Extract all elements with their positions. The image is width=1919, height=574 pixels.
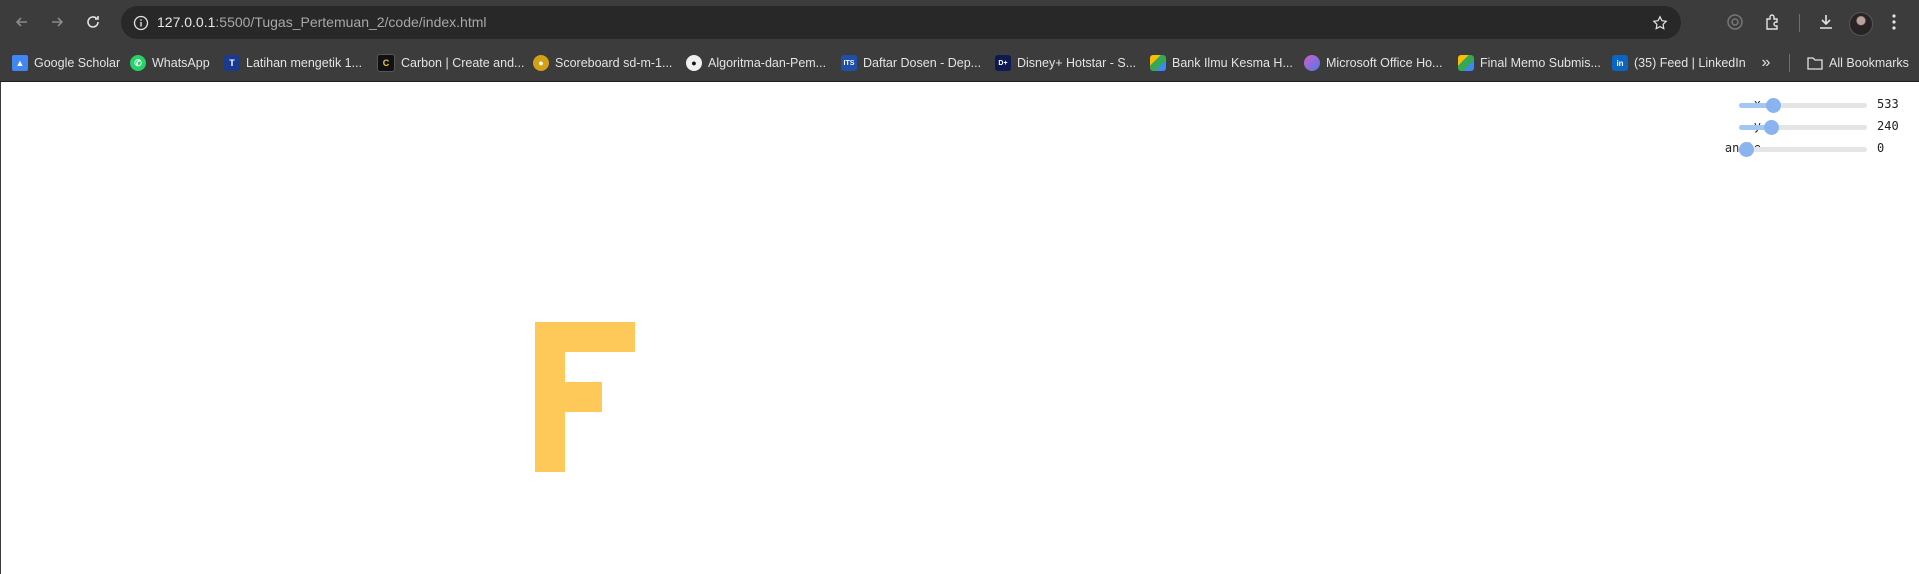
profile-avatar[interactable] <box>1849 12 1873 36</box>
bookmark-label: (35) Feed | LinkedIn <box>1634 56 1746 70</box>
y-slider[interactable] <box>1739 120 1867 135</box>
address-bar[interactable]: 127.0.0.1:5500/Tugas_Pertemuan_2/code/in… <box>121 6 1681 39</box>
drive-icon <box>1150 55 1166 71</box>
scholar-icon: ▲ <box>12 55 28 71</box>
toolbar-divider <box>1799 14 1800 32</box>
bookmark-label: Google Scholar <box>34 56 121 70</box>
its-icon: ITS <box>841 55 857 71</box>
bookmark-item[interactable]: ✆ WhatsApp <box>130 45 210 81</box>
angle-slider[interactable] <box>1739 142 1867 157</box>
whatsapp-icon: ✆ <box>130 55 146 71</box>
disney-icon: D+ <box>995 55 1011 71</box>
y-value: 240 <box>1877 119 1899 133</box>
back-button[interactable] <box>9 9 35 35</box>
menu-kebab-icon[interactable] <box>1882 10 1906 34</box>
bookmark-item[interactable]: ● Scoreboard sd-m-1... <box>533 45 672 81</box>
linkedin-icon: in <box>1612 55 1628 71</box>
drive-icon <box>1458 55 1474 71</box>
site-info-icon[interactable] <box>131 13 151 33</box>
page-viewport: x 533 y 240 angle 0 <box>0 82 1919 574</box>
bookmarks-divider <box>1789 54 1790 72</box>
bookmark-item[interactable]: Microsoft Office Ho... <box>1304 45 1442 81</box>
all-bookmarks-button[interactable]: All Bookmarks <box>1807 45 1909 81</box>
url-host: 127.0.0.1 <box>157 14 216 30</box>
arrow-left-icon <box>15 17 27 27</box>
bookmarks-bar: ▲ Google Scholar ✆ WhatsApp T Latihan me… <box>0 45 1919 82</box>
x-control: x 533 <box>1681 94 1911 116</box>
browser-toolbar: 127.0.0.1:5500/Tugas_Pertemuan_2/code/in… <box>0 0 1919 45</box>
bookmark-item[interactable]: in (35) Feed | LinkedIn <box>1612 45 1746 81</box>
bookmarks-overflow-icon[interactable]: » <box>1756 45 1776 81</box>
scoreboard-icon: ● <box>533 55 549 71</box>
x-slider-thumb[interactable] <box>1766 98 1782 113</box>
letter-f-shape <box>535 322 635 472</box>
reload-button[interactable] <box>80 9 106 35</box>
transform-controls: x 533 y 240 angle 0 <box>1681 94 1911 160</box>
bookmark-label: Algoritma-dan-Pem... <box>708 56 827 70</box>
y-slider-thumb[interactable] <box>1764 120 1780 135</box>
bookmark-label: WhatsApp <box>152 56 210 70</box>
carbon-icon: C <box>377 54 395 72</box>
bookmark-item[interactable]: D+ Disney+ Hotstar - S... <box>995 45 1136 81</box>
angle-value: 0 <box>1877 141 1885 155</box>
bookmark-label: Disney+ Hotstar - S... <box>1017 56 1137 70</box>
url-path: :5500/Tugas_Pertemuan_2/code/index.html <box>215 14 487 30</box>
bookmark-item[interactable]: ● Algoritma-dan-Pem... <box>686 45 826 81</box>
bookmark-item[interactable]: Bank Ilmu Kesma H... <box>1150 45 1293 81</box>
typing-icon: T <box>224 55 240 71</box>
drawing-canvas <box>535 322 635 472</box>
bookmark-item[interactable]: C Carbon | Create and... <box>377 45 524 81</box>
bookmark-star-icon[interactable] <box>1649 12 1671 34</box>
x-slider[interactable] <box>1739 98 1867 113</box>
office-icon <box>1304 55 1320 71</box>
bookmark-label: Microsoft Office Ho... <box>1326 56 1443 70</box>
y-control: y 240 <box>1681 116 1911 138</box>
angle-control: angle 0 <box>1681 138 1911 160</box>
x-value: 533 <box>1877 97 1899 111</box>
bookmark-item[interactable]: ITS Daftar Dosen - Dep... <box>841 45 981 81</box>
bookmark-item[interactable]: T Latihan mengetik 1... <box>224 45 362 81</box>
bookmark-label: Latihan mengetik 1... <box>246 56 363 70</box>
bookmark-item[interactable]: Final Memo Submis... <box>1458 45 1601 81</box>
folder-icon <box>1807 55 1823 71</box>
x-slider-fill <box>1739 103 1770 108</box>
url-text[interactable]: 127.0.0.1:5500/Tugas_Pertemuan_2/code/in… <box>157 6 487 39</box>
bookmark-label: Daftar Dosen - Dep... <box>863 56 982 70</box>
forward-button[interactable] <box>44 9 70 35</box>
all-bookmarks-label: All Bookmarks <box>1829 56 1909 70</box>
github-icon: ● <box>686 55 702 71</box>
download-icon[interactable] <box>1814 10 1838 34</box>
bookmark-item[interactable]: ▲ Google Scholar <box>12 45 120 81</box>
bookmark-label: Final Memo Submis... <box>1480 56 1601 70</box>
media-icon[interactable] <box>1723 10 1747 34</box>
extensions-icon[interactable] <box>1761 10 1785 34</box>
bookmark-label: Carbon | Create and... <box>401 56 525 70</box>
reload-icon <box>87 16 99 28</box>
angle-slider-thumb[interactable] <box>1739 142 1754 157</box>
bookmark-label: Scoreboard sd-m-1... <box>555 56 673 70</box>
arrow-right-icon <box>52 17 64 27</box>
y-slider-fill <box>1739 125 1768 130</box>
bookmark-label: Bank Ilmu Kesma H... <box>1172 56 1293 70</box>
